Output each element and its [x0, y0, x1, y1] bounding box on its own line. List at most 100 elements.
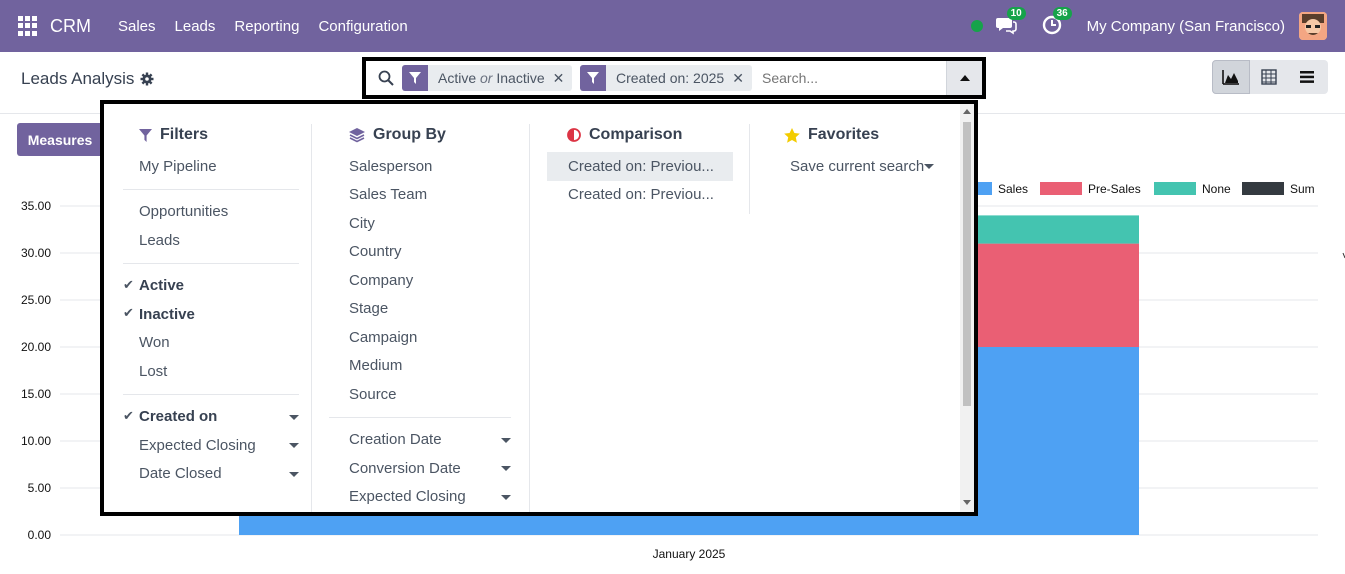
- gear-icon[interactable]: [140, 72, 154, 86]
- search-bar: Active or Inactive ✕ Created on: 2025 ✕: [362, 57, 986, 99]
- column-divider: [529, 124, 530, 512]
- scroll-up-icon[interactable]: [963, 109, 971, 114]
- divider: [123, 393, 299, 395]
- list-view-button[interactable]: [1288, 60, 1326, 94]
- legend-label: Sum: [1290, 182, 1315, 196]
- comparison-item[interactable]: Created on: Previou...: [547, 181, 733, 210]
- pivot-view-button[interactable]: [1250, 60, 1288, 94]
- caret-down-icon: [289, 414, 299, 420]
- groupby-column: Group By Salesperson Sales Team City Countr…: [329, 124, 511, 512]
- activities-count-badge: 36: [1052, 7, 1072, 20]
- caret-down-icon: [501, 466, 511, 471]
- filter-item-label: Lost: [139, 362, 168, 380]
- menu-configuration[interactable]: Configuration: [318, 18, 407, 35]
- search-icon[interactable]: [378, 70, 394, 86]
- groupby-item[interactable]: Creation Date: [349, 426, 511, 455]
- groupby-item[interactable]: Salesperson: [349, 152, 511, 181]
- x-tick-label: January 2025: [653, 547, 726, 561]
- divider: [123, 262, 299, 264]
- groupby-item-label: City: [349, 214, 375, 232]
- filters-header: Filters: [139, 124, 299, 146]
- groupby-item[interactable]: Country: [349, 238, 511, 267]
- groupby-item-label: Company: [349, 271, 414, 289]
- groupby-item[interactable]: Stage: [349, 295, 511, 324]
- status-dot-icon: [970, 20, 983, 32]
- facet-value: Created on: 2025: [616, 70, 725, 86]
- dropdown-scrollbar[interactable]: [960, 104, 974, 512]
- company-switcher[interactable]: My Company (San Francisco): [1087, 18, 1285, 35]
- groupby-item-label: Medium: [349, 357, 403, 375]
- groupby-item[interactable]: Source: [349, 380, 511, 409]
- filter-item-label: Expected Closing: [139, 436, 256, 454]
- main-menu: Sales Leads Reporting Configuration: [99, 18, 408, 35]
- filter-item-label: Created on: [139, 408, 218, 426]
- filter-item[interactable]: Date Closed: [139, 460, 299, 489]
- close-icon[interactable]: ✕: [553, 70, 573, 87]
- avatar-face-icon: [1299, 12, 1327, 40]
- user-avatar[interactable]: [1299, 12, 1327, 40]
- y-tick-label: 10.00: [21, 434, 51, 448]
- filter-item[interactable]: ✔ Active: [123, 272, 299, 301]
- groupby-item[interactable]: Company: [349, 266, 511, 295]
- filter-item[interactable]: ✔ Inactive: [123, 300, 299, 329]
- app-name[interactable]: CRM: [50, 16, 91, 37]
- layers-icon: [349, 127, 365, 142]
- groupby-item-label: Sales Team: [349, 186, 428, 204]
- scrollbar-thumb[interactable]: [963, 122, 971, 406]
- caret-down-icon: [501, 494, 511, 500]
- close-icon[interactable]: ✕: [732, 70, 752, 87]
- column-divider: [749, 124, 750, 214]
- activities-button[interactable]: 36: [1041, 7, 1072, 38]
- filter-item[interactable]: Lost: [139, 357, 299, 386]
- filter-item[interactable]: Opportunities: [139, 198, 299, 227]
- filter-item[interactable]: Expected Closing: [139, 431, 299, 460]
- groupby-item-label: Expected Closing: [349, 488, 466, 506]
- caret-down-icon: [289, 443, 299, 448]
- groupby-item[interactable]: Expected Closing: [349, 483, 511, 512]
- favorites-header: Favorites: [784, 124, 934, 146]
- groupby-item-label: Country: [349, 243, 402, 261]
- check-icon: ✔: [123, 407, 134, 423]
- search-panel-dropdown: Filters My Pipeline Opportunities Leads ✔ Ac…: [100, 100, 978, 516]
- filter-item-label: Active: [139, 277, 185, 295]
- comparison-column: Comparison Created on: Previou... Create…: [547, 124, 733, 209]
- groupby-item[interactable]: Conversion Date: [349, 454, 511, 483]
- legend-swatch: [1242, 182, 1284, 195]
- groupby-title: Group By: [373, 126, 446, 143]
- filter-item[interactable]: ✔ Created on: [123, 403, 299, 432]
- search-facet-active: Active or Inactive ✕: [402, 65, 573, 91]
- y-tick-label: 5.00: [28, 481, 52, 495]
- favorites-title: Favorites: [808, 126, 880, 143]
- filter-item[interactable]: My Pipeline: [139, 152, 299, 181]
- facet-or: or: [480, 70, 493, 86]
- star-icon: [784, 127, 800, 143]
- check-icon: ✔: [123, 305, 134, 320]
- filter-item[interactable]: Won: [139, 329, 299, 358]
- search-facet-created-on: Created on: 2025 ✕: [580, 65, 752, 91]
- messages-button[interactable]: 10: [995, 7, 1026, 38]
- menu-reporting[interactable]: Reporting: [234, 18, 299, 35]
- search-input[interactable]: [762, 67, 942, 89]
- scroll-down-icon[interactable]: [963, 500, 971, 505]
- search-options-toggle[interactable]: [946, 61, 982, 95]
- groupby-item-label: Creation Date: [349, 431, 442, 449]
- app-menu-icon[interactable]: [18, 16, 38, 36]
- menu-sales[interactable]: Sales: [118, 18, 156, 35]
- filter-item-label: My Pipeline: [139, 157, 217, 175]
- filter-item[interactable]: Leads: [139, 226, 299, 255]
- measures-button[interactable]: Measures: [17, 123, 103, 156]
- area-chart-icon: [1222, 70, 1239, 85]
- groupby-item-label: Salesperson: [349, 157, 433, 175]
- filter-item-label: Won: [139, 334, 170, 352]
- systray: 10 36 My Company (San Francisco): [970, 0, 1345, 52]
- filters-title: Filters: [160, 126, 209, 143]
- groupby-item[interactable]: City: [349, 209, 511, 238]
- groupby-item[interactable]: Sales Team: [349, 181, 511, 210]
- menu-leads[interactable]: Leads: [175, 18, 216, 35]
- groupby-item[interactable]: Campaign: [349, 323, 511, 352]
- top-navbar: CRM Sales Leads Reporting Configuration …: [0, 0, 1345, 52]
- groupby-item[interactable]: Medium: [349, 352, 511, 381]
- save-current-search[interactable]: Save current search: [784, 152, 934, 181]
- graph-view-button[interactable]: [1212, 60, 1250, 94]
- comparison-item[interactable]: Created on: Previou...: [547, 152, 733, 181]
